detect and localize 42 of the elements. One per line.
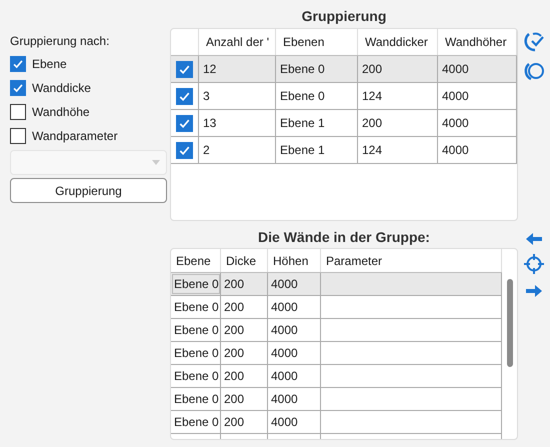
- crosshair-icon[interactable]: [523, 253, 545, 275]
- checkbox[interactable]: [176, 88, 193, 104]
- table-cell: 4000: [438, 56, 517, 82]
- column-header[interactable]: Höhen: [268, 249, 321, 272]
- table-cell: 200: [221, 273, 268, 295]
- table-cell: 4000: [268, 342, 321, 364]
- checkbox[interactable]: [176, 114, 193, 132]
- checkbox-label: Wanddicke: [32, 80, 91, 97]
- table-cell: 4000: [268, 296, 321, 318]
- scrollbar-thumb[interactable]: [506, 279, 512, 367]
- caret-icon: [152, 160, 160, 165]
- table-cell: Ebene 0: [276, 56, 358, 82]
- checkbox-label: Wandhöhe: [32, 104, 90, 121]
- checkbox[interactable]: [10, 104, 26, 120]
- checkbox[interactable]: [176, 142, 193, 158]
- column-header[interactable]: Anzahl der ': [199, 29, 276, 55]
- checkbox[interactable]: [10, 56, 26, 72]
- table-cell: 12: [199, 56, 276, 82]
- section-title: Die Wände in der Gruppe:: [258, 228, 430, 247]
- column-header[interactable]: Ebenen: [276, 29, 358, 55]
- column-header[interactable]: Wanddicker: [358, 29, 438, 55]
- group-button[interactable]: Gruppierung: [10, 178, 167, 203]
- column-header[interactable]: Wandhöher: [438, 29, 517, 55]
- column-header[interactable]: Parameter: [321, 249, 502, 272]
- table-cell: 4000: [268, 273, 321, 295]
- group-by-label: Gruppierung nach:: [10, 33, 110, 48]
- table-cell: 4000: [268, 411, 321, 433]
- checkbox-label: Wandparameter: [32, 128, 118, 145]
- checkbox[interactable]: [176, 60, 193, 78]
- checkbox-label: Ebene: [32, 56, 67, 73]
- circle-icon[interactable]: [523, 60, 545, 82]
- table-cell: 200: [358, 56, 438, 82]
- check-circle-icon[interactable]: [523, 30, 545, 52]
- column-header[interactable]: Ebene: [171, 249, 221, 272]
- table-cell: Ebene 0: [171, 273, 221, 295]
- table-cell: 4000: [268, 319, 321, 341]
- checkbox[interactable]: [10, 80, 26, 96]
- table-cell: 4000: [268, 388, 321, 410]
- checkbox[interactable]: [10, 128, 26, 144]
- section-title: Gruppierung: [302, 7, 386, 26]
- table-cell: 4000: [268, 365, 321, 387]
- column-header[interactable]: Dicke: [221, 249, 268, 272]
